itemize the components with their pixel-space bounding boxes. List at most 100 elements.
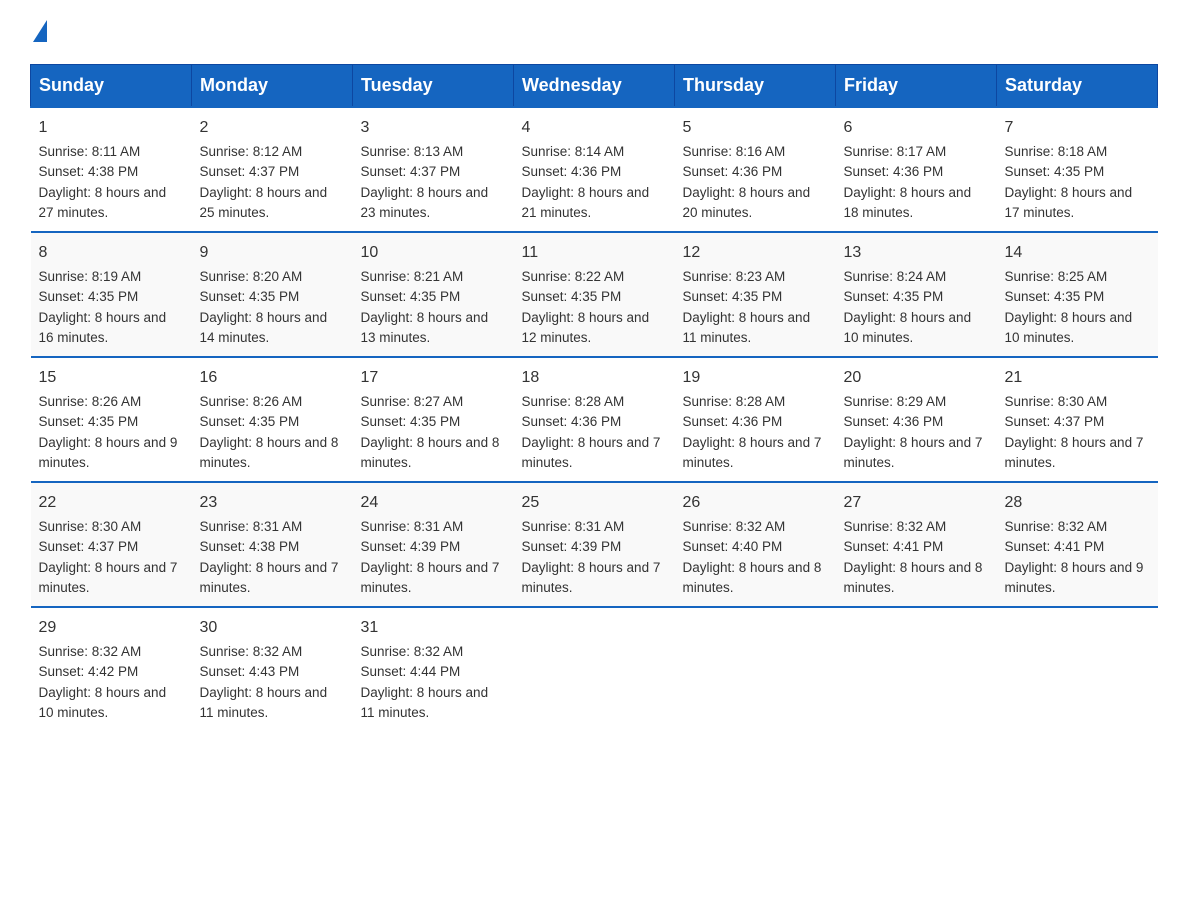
daylight-text: Daylight: 8 hours and 10 minutes. xyxy=(1005,310,1133,345)
sunrise-text: Sunrise: 8:27 AM xyxy=(361,394,464,409)
day-header-wednesday: Wednesday xyxy=(514,65,675,108)
day-number: 20 xyxy=(844,366,989,390)
daylight-text: Daylight: 8 hours and 21 minutes. xyxy=(522,185,650,220)
day-number: 24 xyxy=(361,491,506,515)
sunset-text: Sunset: 4:35 PM xyxy=(39,414,139,429)
daylight-text: Daylight: 8 hours and 10 minutes. xyxy=(39,685,167,720)
sunrise-text: Sunrise: 8:26 AM xyxy=(200,394,303,409)
sunset-text: Sunset: 4:37 PM xyxy=(1005,414,1105,429)
sunrise-text: Sunrise: 8:32 AM xyxy=(361,644,464,659)
daylight-text: Daylight: 8 hours and 14 minutes. xyxy=(200,310,328,345)
day-number: 3 xyxy=(361,116,506,140)
calendar-cell: 3 Sunrise: 8:13 AM Sunset: 4:37 PM Daylight… xyxy=(353,107,514,232)
daylight-text: Daylight: 8 hours and 27 minutes. xyxy=(39,185,167,220)
sunrise-text: Sunrise: 8:13 AM xyxy=(361,144,464,159)
day-number: 4 xyxy=(522,116,667,140)
day-number: 18 xyxy=(522,366,667,390)
sunset-text: Sunset: 4:35 PM xyxy=(361,289,461,304)
sunrise-text: Sunrise: 8:11 AM xyxy=(39,144,141,159)
sunset-text: Sunset: 4:38 PM xyxy=(39,164,139,179)
calendar-table: SundayMondayTuesdayWednesdayThursdayFrid… xyxy=(30,64,1158,731)
sunrise-text: Sunrise: 8:30 AM xyxy=(1005,394,1108,409)
calendar-cell: 19Sunrise: 8:28 AMSunset: 4:36 PMDayligh… xyxy=(675,357,836,482)
daylight-text: Daylight: 8 hours and 9 minutes. xyxy=(1005,560,1144,595)
sunrise-text: Sunrise: 8:25 AM xyxy=(1005,269,1108,284)
calendar-cell: 20Sunrise: 8:29 AMSunset: 4:36 PMDayligh… xyxy=(836,357,997,482)
calendar-cell: 23Sunrise: 8:31 AMSunset: 4:38 PMDayligh… xyxy=(192,482,353,607)
sunset-text: Sunset: 4:36 PM xyxy=(683,414,783,429)
calendar-cell: 18Sunrise: 8:28 AMSunset: 4:36 PMDayligh… xyxy=(514,357,675,482)
day-number: 26 xyxy=(683,491,828,515)
sunrise-text: Sunrise: 8:32 AM xyxy=(200,644,303,659)
sunset-text: Sunset: 4:37 PM xyxy=(361,164,461,179)
sunrise-text: Sunrise: 8:17 AM xyxy=(844,144,947,159)
sunrise-text: Sunrise: 8:32 AM xyxy=(683,519,786,534)
sunrise-text: Sunrise: 8:32 AM xyxy=(844,519,947,534)
sunrise-text: Sunrise: 8:12 AM xyxy=(200,144,303,159)
sunset-text: Sunset: 4:35 PM xyxy=(1005,164,1105,179)
sunset-text: Sunset: 4:38 PM xyxy=(200,539,300,554)
daylight-text: Daylight: 8 hours and 18 minutes. xyxy=(844,185,972,220)
calendar-cell: 10Sunrise: 8:21 AMSunset: 4:35 PMDayligh… xyxy=(353,232,514,357)
logo-triangle-icon xyxy=(33,20,47,42)
daylight-text: Daylight: 8 hours and 20 minutes. xyxy=(683,185,811,220)
calendar-cell: 12Sunrise: 8:23 AMSunset: 4:35 PMDayligh… xyxy=(675,232,836,357)
day-number: 8 xyxy=(39,241,184,265)
sunset-text: Sunset: 4:35 PM xyxy=(39,289,139,304)
sunset-text: Sunset: 4:36 PM xyxy=(844,164,944,179)
calendar-cell: 4Sunrise: 8:14 AMSunset: 4:36 PMDaylight… xyxy=(514,107,675,232)
sunrise-text: Sunrise: 8:31 AM xyxy=(361,519,464,534)
day-number: 23 xyxy=(200,491,345,515)
daylight-text: Daylight: 8 hours and 8 minutes. xyxy=(683,560,822,595)
calendar-cell: 29Sunrise: 8:32 AMSunset: 4:42 PMDayligh… xyxy=(31,607,192,731)
daylight-text: Daylight: 8 hours and 7 minutes. xyxy=(1005,435,1144,470)
sunrise-text: Sunrise: 8:20 AM xyxy=(200,269,303,284)
day-number: 10 xyxy=(361,241,506,265)
calendar-cell: 13Sunrise: 8:24 AMSunset: 4:35 PMDayligh… xyxy=(836,232,997,357)
logo xyxy=(30,20,47,44)
daylight-text: Daylight: 8 hours and 23 minutes. xyxy=(361,185,489,220)
day-number: 15 xyxy=(39,366,184,390)
day-number: 22 xyxy=(39,491,184,515)
calendar-cell: 21Sunrise: 8:30 AMSunset: 4:37 PMDayligh… xyxy=(997,357,1158,482)
sunset-text: Sunset: 4:36 PM xyxy=(844,414,944,429)
day-number: 9 xyxy=(200,241,345,265)
calendar-header-row: SundayMondayTuesdayWednesdayThursdayFrid… xyxy=(31,65,1158,108)
daylight-text: Daylight: 8 hours and 7 minutes. xyxy=(683,435,822,470)
calendar-cell: 15Sunrise: 8:26 AMSunset: 4:35 PMDayligh… xyxy=(31,357,192,482)
sunrise-text: Sunrise: 8:22 AM xyxy=(522,269,625,284)
sunset-text: Sunset: 4:37 PM xyxy=(200,164,300,179)
sunset-text: Sunset: 4:35 PM xyxy=(200,414,300,429)
calendar-cell: 8Sunrise: 8:19 AMSunset: 4:35 PMDaylight… xyxy=(31,232,192,357)
sunset-text: Sunset: 4:39 PM xyxy=(522,539,622,554)
calendar-cell xyxy=(836,607,997,731)
calendar-week-row: 22Sunrise: 8:30 AMSunset: 4:37 PMDayligh… xyxy=(31,482,1158,607)
page-header xyxy=(30,20,1158,44)
daylight-text: Daylight: 8 hours and 8 minutes. xyxy=(361,435,500,470)
sunset-text: Sunset: 4:40 PM xyxy=(683,539,783,554)
sunset-text: Sunset: 4:35 PM xyxy=(1005,289,1105,304)
sunset-text: Sunset: 4:41 PM xyxy=(844,539,944,554)
calendar-cell: 31Sunrise: 8:32 AMSunset: 4:44 PMDayligh… xyxy=(353,607,514,731)
sunset-text: Sunset: 4:42 PM xyxy=(39,664,139,679)
daylight-text: Daylight: 8 hours and 7 minutes. xyxy=(200,560,339,595)
sunset-text: Sunset: 4:39 PM xyxy=(361,539,461,554)
day-number: 28 xyxy=(1005,491,1150,515)
sunrise-text: Sunrise: 8:28 AM xyxy=(683,394,786,409)
calendar-week-row: 1Sunrise: 8:11 AMSunset: 4:38 PMDaylight… xyxy=(31,107,1158,232)
day-header-thursday: Thursday xyxy=(675,65,836,108)
sunrise-text: Sunrise: 8:18 AM xyxy=(1005,144,1108,159)
sunrise-text: Sunrise: 8:14 AM xyxy=(522,144,625,159)
sunrise-text: Sunrise: 8:30 AM xyxy=(39,519,142,534)
day-number: 29 xyxy=(39,616,184,640)
daylight-text: Daylight: 8 hours and 11 minutes. xyxy=(361,685,489,720)
daylight-text: Daylight: 8 hours and 7 minutes. xyxy=(361,560,500,595)
sunset-text: Sunset: 4:35 PM xyxy=(522,289,622,304)
sunrise-text: Sunrise: 8:23 AM xyxy=(683,269,786,284)
day-number: 16 xyxy=(200,366,345,390)
sunrise-text: Sunrise: 8:29 AM xyxy=(844,394,947,409)
day-number: 11 xyxy=(522,241,667,265)
calendar-cell: 6Sunrise: 8:17 AMSunset: 4:36 PMDaylight… xyxy=(836,107,997,232)
calendar-week-row: 15 Sunrise: 8:26 AM Sunset: 4:35 PM Dayligh… xyxy=(31,357,1158,482)
sunset-text: Sunset: 4:41 PM xyxy=(1005,539,1105,554)
